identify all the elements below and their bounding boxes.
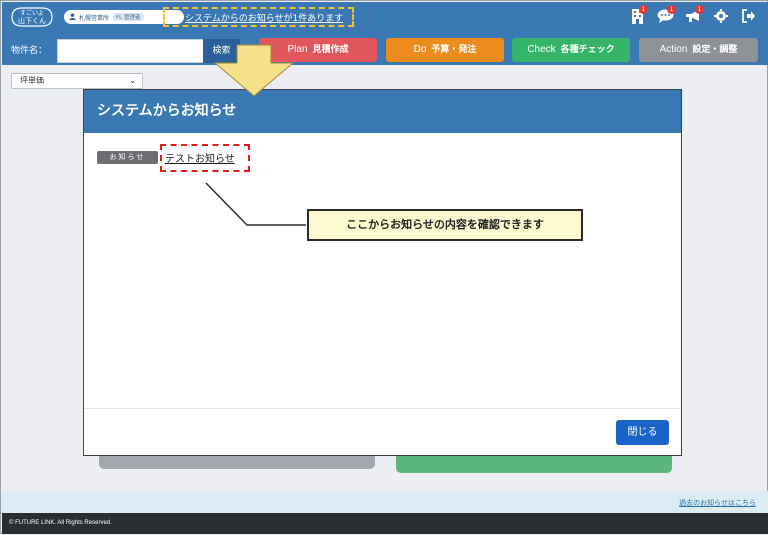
unit-price-select[interactable]: 坪単価 ⌄ [11,73,143,89]
news-strip: 過去のお知らせはこちら [2,491,768,513]
action-en-label: Action [659,44,688,55]
logout-icon[interactable] [740,5,758,27]
notice-modal: システムからお知らせ お知らせ テストお知らせ 閉じる [83,89,682,456]
action-button[interactable]: Action 設定・調整 [639,38,758,62]
property-name-label: 物件名： [11,46,48,56]
chevron-down-icon: ⌄ [129,76,136,85]
app-logo[interactable]: すごいよ 山下くん [8,5,56,29]
top-header: すごいよ 山下くん 札幌営業所 FL 管理者 i システムからのお知らせが1件あ… [2,2,768,32]
action-bar: 物件名： 検索 Plan 見積作成 Do 予算・発注 Check 各種チェック Act… [2,32,768,65]
do-button[interactable]: Do 予算・発注 [386,38,504,62]
plan-en-label: Plan [287,44,308,55]
check-button[interactable]: Check 各種チェック [512,38,630,62]
building-badge: 1 [639,5,648,14]
plan-jp-label: 見積作成 [312,45,349,55]
plan-button[interactable]: Plan 見積作成 [259,38,377,62]
user-icon [69,12,76,22]
modal-body: お知らせ テストお知らせ [84,133,681,408]
close-button[interactable]: 閉じる [616,420,669,445]
logo-text-bottom: 山下くん [18,16,46,25]
action-jp-label: 設定・調整 [692,45,738,55]
search-button[interactable]: 検索 [203,39,240,63]
property-name-input[interactable] [57,39,204,63]
header-icon-group: 1 1 1 [628,5,758,27]
megaphone-icon[interactable]: 1 [684,5,704,27]
past-notices-link[interactable]: 過去のお知らせはこちら [679,498,756,508]
modal-footer: 閉じる [84,408,681,455]
copyright-text: © FUTURE LINK. All Rights Reserved. [9,520,112,526]
gear-icon[interactable] [712,5,730,27]
chat-icon[interactable]: 1 [656,5,676,27]
do-jp-label: 予算・発注 [431,45,477,55]
notice-category-tag: お知らせ [97,151,158,164]
logo-text-top: すごいよ [20,9,44,17]
modal-header: システムからお知らせ [84,90,681,133]
notice-item-link[interactable]: テストお知らせ [165,150,235,165]
app-frame: すごいよ 山下くん 札幌営業所 FL 管理者 i システムからのお知らせが1件あ… [0,0,768,534]
modal-title: システムからお知らせ [97,103,237,119]
footer: © FUTURE LINK. All Rights Reserved. [2,513,768,534]
user-role: FL 管理者 [113,13,144,21]
unit-price-value: 坪単価 [20,76,44,85]
guide-callout: ここからお知らせの内容を確認できます [307,209,583,241]
system-notice-banner[interactable]: i システムからのお知らせが1件あります [163,7,354,27]
system-notice-text[interactable]: システムからのお知らせが1件あります [185,11,343,24]
chat-badge: 1 [667,5,676,14]
user-office: 札幌営業所 [79,14,110,22]
megaphone-badge: 1 [695,5,704,14]
check-en-label: Check [527,44,556,55]
check-jp-label: 各種チェック [560,45,615,55]
info-icon: i [171,12,181,22]
guide-callout-text: ここからお知らせの内容を確認できます [346,218,544,231]
do-en-label: Do [413,44,427,55]
building-icon[interactable]: 1 [628,5,648,27]
